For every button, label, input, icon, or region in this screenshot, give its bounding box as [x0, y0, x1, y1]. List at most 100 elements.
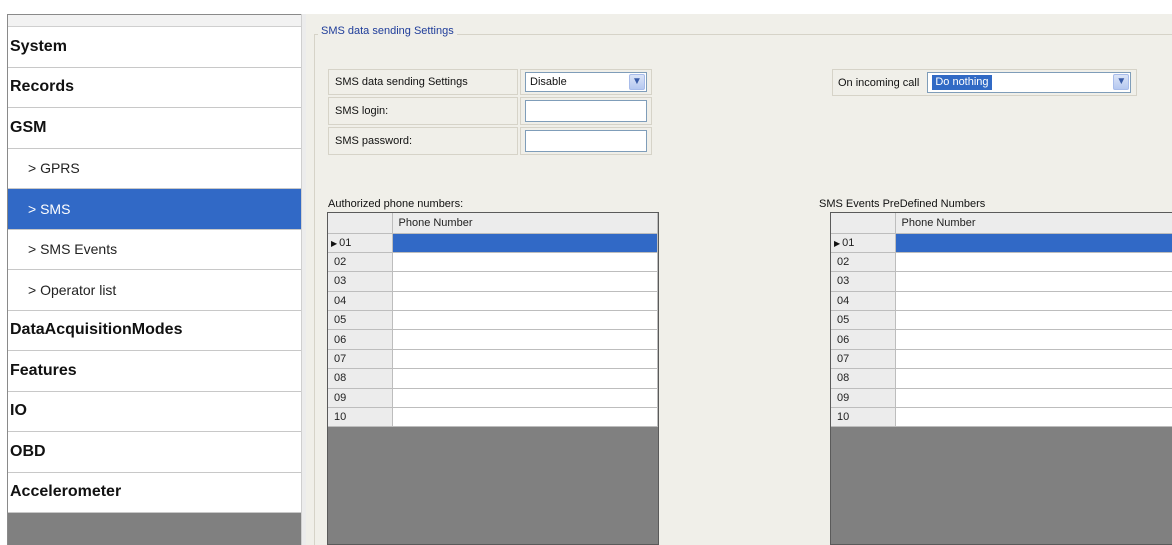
phone-number-column-header[interactable]: Phone Number	[895, 213, 1172, 234]
row-header[interactable]: 02	[831, 252, 896, 273]
table-row[interactable]: 05	[328, 310, 658, 331]
sidebar-item[interactable]: IO	[8, 391, 301, 432]
table-row[interactable]: 02	[328, 252, 658, 273]
sidebar-item[interactable]: OBD	[8, 432, 301, 473]
chevron-down-icon[interactable]: ▼	[629, 74, 645, 90]
sms-login-input[interactable]	[525, 100, 647, 122]
row-header[interactable]: 09	[328, 388, 393, 409]
row-header[interactable]: 06	[831, 329, 896, 350]
table-row[interactable]: 05	[831, 310, 1172, 331]
table-row[interactable]: 04	[831, 291, 1172, 312]
table-row[interactable]: 06	[328, 329, 658, 350]
row-header[interactable]: ▶ 01	[831, 233, 896, 253]
sidebar-item[interactable]: > SMS	[8, 189, 301, 230]
table-row[interactable]: 10	[328, 407, 658, 428]
row-header-corner	[328, 213, 393, 234]
row-number: 06	[334, 333, 347, 346]
table-row[interactable]: 03	[328, 271, 658, 292]
row-number: 09	[334, 391, 347, 404]
row-header[interactable]: 04	[831, 291, 896, 312]
sidebar-item[interactable]: DataAcquisitionModes	[8, 310, 301, 351]
table-row[interactable]: 09	[831, 388, 1172, 409]
phone-number-cell[interactable]	[895, 291, 1172, 312]
sidebar-item-label: GSM	[10, 118, 47, 136]
row-header[interactable]: 08	[831, 368, 896, 389]
sms-sending-select[interactable]: Disable ▼	[525, 72, 647, 92]
sms-settings-panel: SMS data sending Settings SMS data sendi…	[306, 14, 1172, 545]
sidebar-item[interactable]: > GPRS	[8, 148, 301, 189]
table-row[interactable]: 07	[831, 349, 1172, 370]
table-row[interactable]: 04	[328, 291, 658, 312]
sidebar-item[interactable]: Features	[8, 351, 301, 392]
chevron-down-icon[interactable]: ▼	[1113, 74, 1130, 90]
sidebar-item[interactable]: Records	[8, 67, 301, 108]
authorized-numbers-label: Authorized phone numbers:	[328, 198, 464, 210]
row-header[interactable]: 09	[831, 388, 896, 409]
phone-number-cell[interactable]	[392, 329, 658, 350]
phone-number-cell[interactable]	[392, 291, 658, 312]
sidebar-item[interactable]: > Operator list	[8, 270, 301, 311]
sms-sending-label: SMS data sending Settings	[328, 69, 518, 95]
row-header[interactable]: ▶ 01	[328, 233, 393, 253]
phone-number-cell[interactable]	[392, 368, 658, 389]
phone-number-cell[interactable]	[392, 388, 658, 409]
table-row[interactable]: ▶ 01	[328, 233, 658, 253]
phone-number-cell[interactable]	[895, 349, 1172, 370]
phone-number-cell[interactable]	[392, 233, 658, 253]
table-row[interactable]: ▶ 01	[831, 233, 1172, 253]
sms-settings-table: SMS data sending Settings Disable ▼ SMS …	[326, 67, 654, 157]
phone-number-cell[interactable]	[895, 310, 1172, 331]
row-header[interactable]: 06	[328, 329, 393, 350]
row-header[interactable]: 07	[831, 349, 896, 370]
phone-number-column-header[interactable]: Phone Number	[392, 213, 658, 234]
row-header[interactable]: 05	[831, 310, 896, 331]
phone-number-cell[interactable]	[895, 368, 1172, 389]
table-row[interactable]: 10	[831, 407, 1172, 428]
row-header[interactable]: 03	[831, 271, 896, 292]
table-row[interactable]: 06	[831, 329, 1172, 350]
sidebar-item[interactable]: System	[8, 27, 301, 68]
phone-number-cell[interactable]	[392, 349, 658, 370]
phone-number-cell[interactable]	[392, 310, 658, 331]
row-header[interactable]: 10	[328, 407, 393, 428]
row-number: 01	[339, 236, 352, 249]
table-row[interactable]: 08	[831, 368, 1172, 389]
row-header[interactable]: 10	[831, 407, 896, 428]
phone-number-cell[interactable]	[895, 407, 1172, 428]
row-header[interactable]: 08	[328, 368, 393, 389]
sidebar-item[interactable]: GSM	[8, 108, 301, 149]
current-row-icon: ▶	[331, 238, 338, 248]
table-row[interactable]: 09	[328, 388, 658, 409]
phone-number-cell[interactable]	[392, 407, 658, 428]
incoming-call-select[interactable]: Do nothing ▼	[927, 72, 1132, 93]
sidebar-item-label: OBD	[10, 442, 46, 460]
phone-number-cell[interactable]	[392, 271, 658, 292]
row-header[interactable]: 02	[328, 252, 393, 273]
sidebar-item[interactable]: > SMS Events	[8, 229, 301, 270]
sms-password-input[interactable]	[525, 130, 647, 152]
row-header[interactable]: 04	[328, 291, 393, 312]
row-number: 06	[837, 333, 850, 346]
row-number: 07	[837, 353, 850, 366]
phone-number-cell[interactable]	[895, 233, 1172, 253]
sidebar-item[interactable]: Accelerometer	[8, 472, 301, 513]
row-number: 05	[837, 314, 850, 327]
table-row[interactable]: 02	[831, 252, 1172, 273]
phone-number-cell[interactable]	[392, 252, 658, 273]
table-row[interactable]: 07	[328, 349, 658, 370]
row-number: 04	[334, 294, 347, 307]
phone-number-cell[interactable]	[895, 271, 1172, 292]
events-numbers-grid: Phone Number ▶ 01 02 03 04 05 06 07 08 09 10	[830, 212, 1172, 545]
row-header[interactable]: 05	[328, 310, 393, 331]
row-header[interactable]: 03	[328, 271, 393, 292]
phone-number-cell[interactable]	[895, 329, 1172, 350]
phone-number-cell[interactable]	[895, 388, 1172, 409]
phone-number-cell[interactable]	[895, 252, 1172, 273]
sidebar-item-label: Records	[10, 78, 75, 96]
row-number: 10	[334, 411, 347, 424]
sidebar-item-label: System	[10, 37, 67, 55]
table-row[interactable]: 03	[831, 271, 1172, 292]
row-header[interactable]: 07	[328, 349, 393, 370]
table-row[interactable]: 08	[328, 368, 658, 389]
settings-tree: System Records GSM > GPRS > SMS > SMS Events >…	[7, 14, 301, 545]
